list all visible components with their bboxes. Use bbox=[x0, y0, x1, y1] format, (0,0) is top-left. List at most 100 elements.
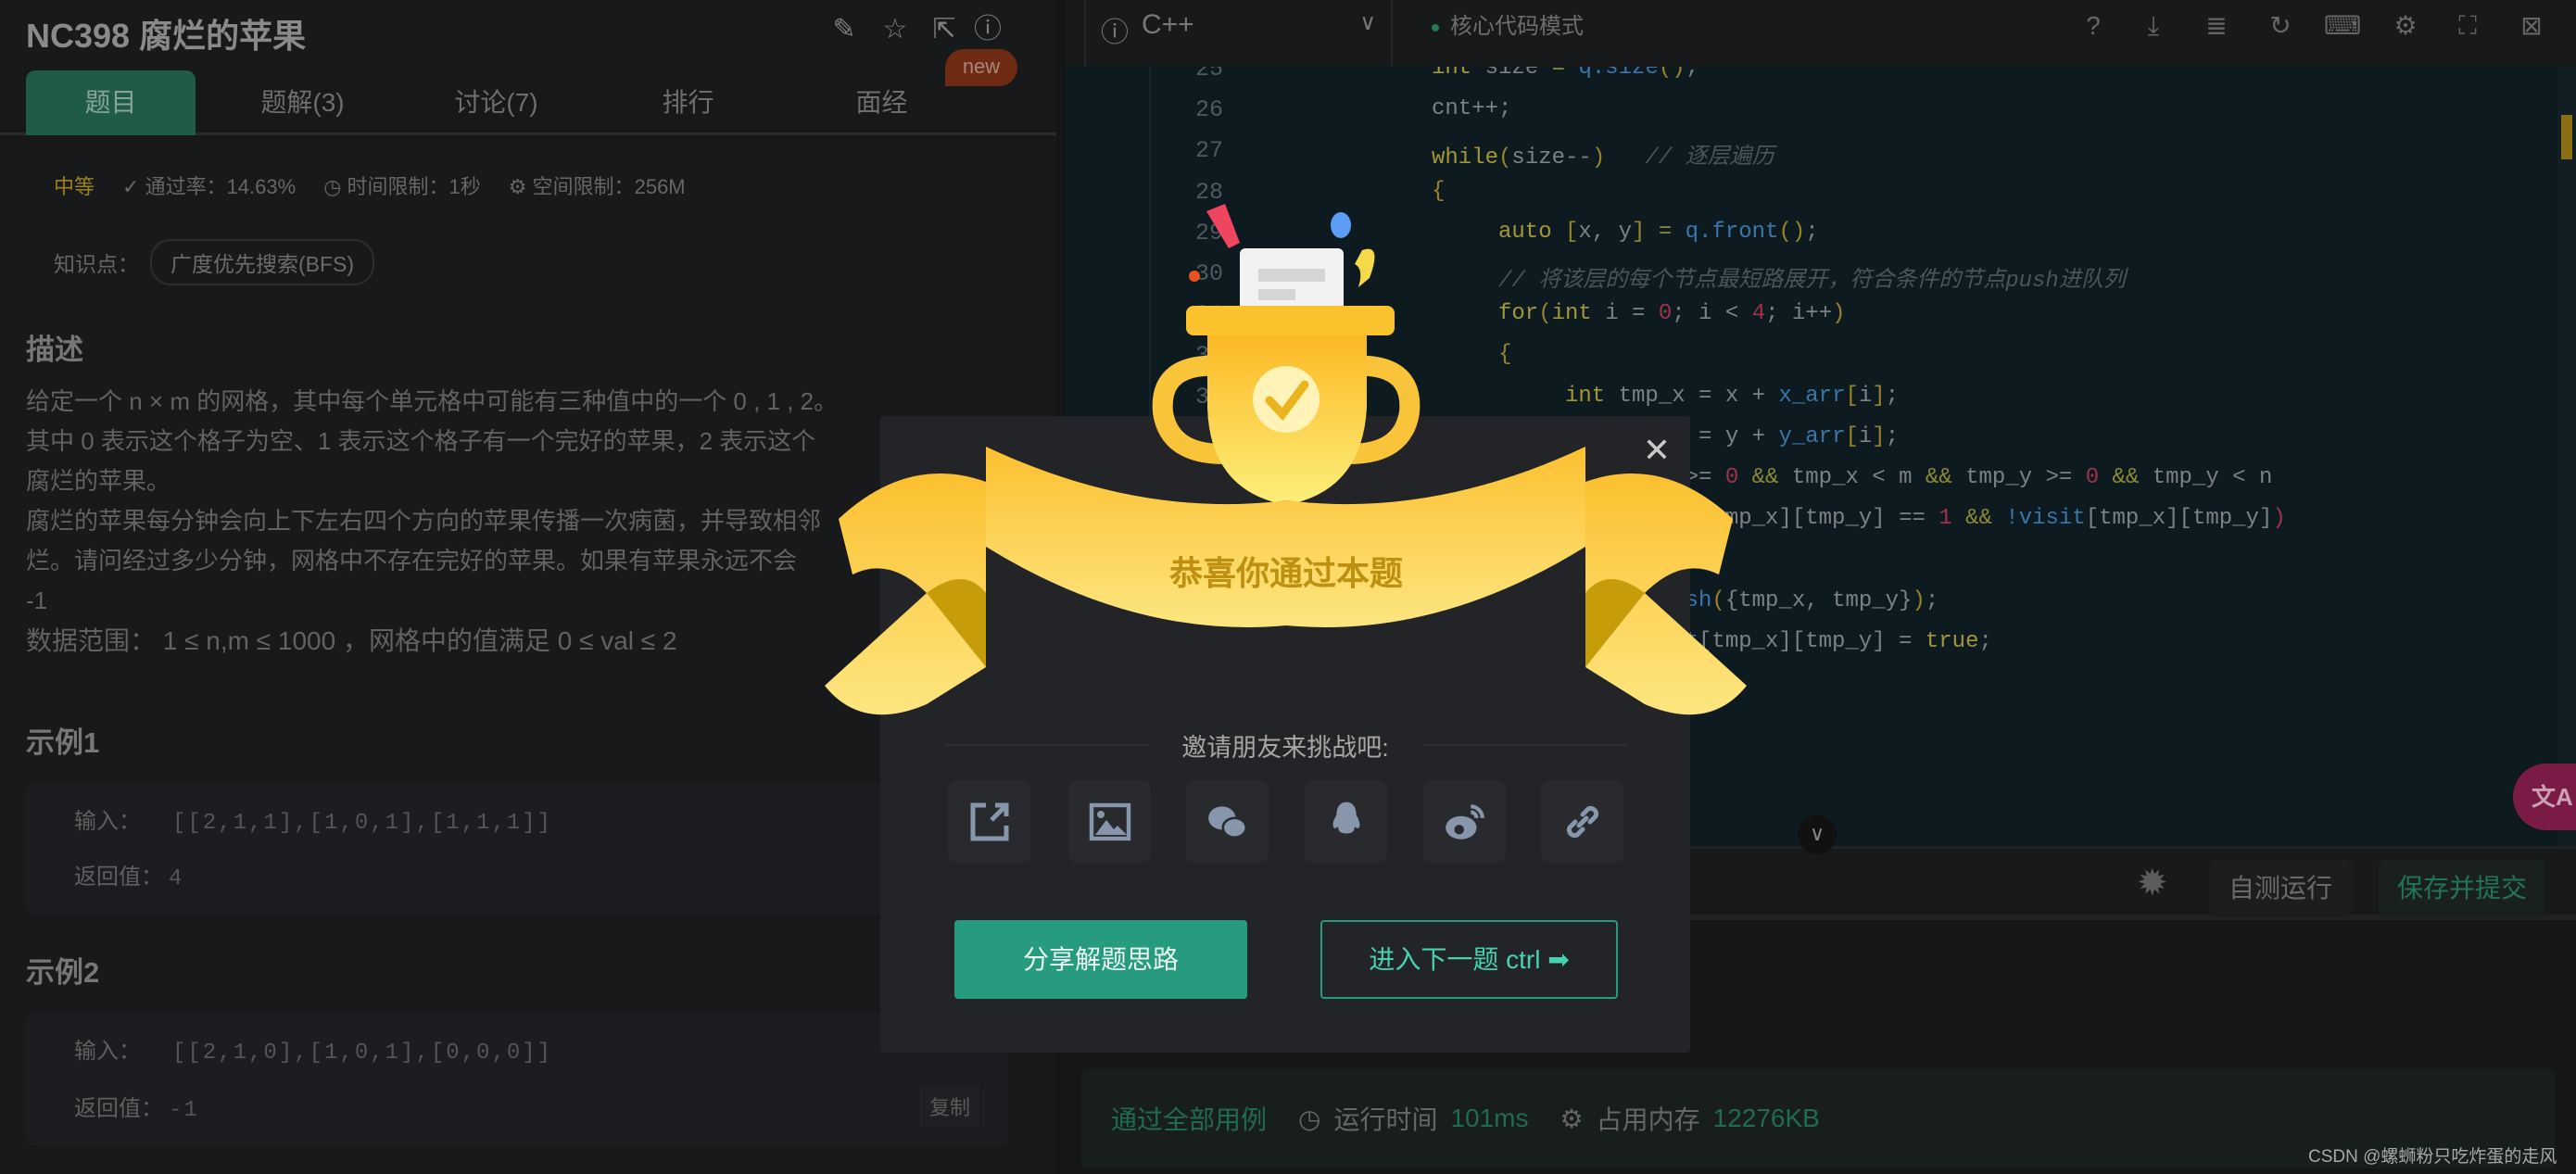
help-icon[interactable]: ? bbox=[2075, 7, 2112, 44]
info-icon: ⓘ bbox=[1101, 18, 1129, 48]
desc-line: 腐烂的苹果每分钟会向上下左右四个方向的苹果传播一次病菌，并导致相邻 bbox=[26, 507, 822, 535]
weibo-icon bbox=[1445, 803, 1484, 839]
tab-problem[interactable]: 题目 bbox=[26, 70, 196, 135]
code-line[interactable]: { bbox=[1498, 342, 1511, 367]
example2-box: 输入： [[2,1,0],[1,0,1],[0,0,0]] 返回值： -1 复制 bbox=[26, 1014, 1007, 1145]
problem-meta: 中等 ✓ 通过率：14.63% ◷ 时间限制：1秒 ⚙ 空间限制：256M bbox=[54, 170, 686, 200]
watermark: CSDN @螺蛳粉只吃炸蛋的走风 bbox=[2308, 1147, 2557, 1167]
run-test-button[interactable]: 自测运行 bbox=[2210, 860, 2352, 917]
memory-label: 占用内存 bbox=[1596, 1105, 1700, 1134]
pass-rate: 通过率：14.63% bbox=[145, 175, 297, 198]
share-icon[interactable]: ⇱ bbox=[928, 13, 961, 46]
editor-scrollbar[interactable] bbox=[2557, 67, 2576, 846]
line-number: 26 bbox=[1194, 96, 1223, 124]
input-label: 输入： bbox=[74, 1039, 141, 1064]
code-line[interactable]: while(size--) // 逐层遍历 bbox=[1432, 137, 1774, 170]
code-mode: 核心代码模式 bbox=[1432, 7, 1584, 40]
line-number: 27 bbox=[1194, 137, 1223, 165]
wechat-icon bbox=[1207, 805, 1247, 839]
runtime-value: 101ms bbox=[1450, 1104, 1529, 1132]
desc-line: 数据范围： 1 ≤ n,m ≤ 1000 ，网格中的值满足 0 ≤ val ≤ … bbox=[26, 626, 677, 655]
qq-icon bbox=[1332, 802, 1359, 833]
reset-icon[interactable]: ↻ bbox=[2262, 7, 2299, 44]
share-wechat-button[interactable] bbox=[1186, 780, 1269, 863]
runtime-label: 运行时间 bbox=[1333, 1105, 1438, 1134]
knowledge-tag[interactable]: 广度优先搜索(BFS) bbox=[150, 239, 375, 285]
chevron-down-icon: ∨ bbox=[1359, 10, 1376, 35]
download-icon[interactable]: ⤓ bbox=[2135, 7, 2172, 44]
new-badge: new bbox=[945, 49, 1017, 86]
close-icon[interactable]: ✕ bbox=[1640, 434, 1673, 467]
congrats-text: 恭喜你通过本题 bbox=[1168, 554, 1403, 592]
invite-text: 邀请朋友来挑战吧: bbox=[880, 727, 1690, 764]
star-icon[interactable]: ☆ bbox=[878, 13, 912, 46]
status-dot bbox=[1432, 23, 1439, 32]
keyboard-icon[interactable]: ⌨ bbox=[2324, 7, 2361, 44]
line-number: 29 bbox=[1194, 219, 1223, 246]
output-value: -1 bbox=[169, 1098, 199, 1123]
share-weibo-button[interactable] bbox=[1423, 780, 1506, 863]
share-qq-button[interactable] bbox=[1305, 780, 1387, 863]
chip-icon: ⚙ bbox=[508, 175, 533, 198]
code-line[interactable]: int tmp_x = x + x_arr[i]; bbox=[1565, 384, 1899, 409]
knowledge-label: 知识点： bbox=[54, 252, 139, 276]
fullscreen-icon[interactable]: ⛶ bbox=[2449, 7, 2486, 44]
example1-heading: 示例1 bbox=[26, 726, 100, 759]
link-icon bbox=[1566, 805, 1598, 838]
description-heading: 描述 bbox=[26, 334, 83, 366]
chip-icon: ⚙ bbox=[1559, 1104, 1584, 1133]
share-link-button[interactable] bbox=[948, 780, 1030, 863]
expand-chevron-icon[interactable]: ∨ bbox=[1798, 815, 1837, 854]
share-solution-button[interactable]: 分享解题思路 bbox=[954, 920, 1247, 999]
submit-button[interactable]: 保存并提交 bbox=[2379, 860, 2546, 917]
close-panel-icon[interactable]: ⊠ bbox=[2513, 7, 2550, 44]
difficulty: 中等 bbox=[54, 175, 95, 198]
tab-discussion[interactable]: 讨论(7) bbox=[411, 70, 581, 135]
next-problem-button[interactable]: 进入下一题 ctrl ➡ bbox=[1320, 920, 1618, 999]
input-label: 输入： bbox=[74, 809, 141, 834]
line-number: 31 bbox=[1194, 301, 1223, 329]
code-line[interactable]: auto [x, y] = q.front(); bbox=[1498, 220, 1819, 245]
line-number: 33 bbox=[1194, 383, 1223, 410]
copy-button[interactable]: 复制 bbox=[919, 1086, 979, 1127]
space-limit: 空间限制：256M bbox=[532, 175, 686, 198]
settings-icon[interactable]: ⚙ bbox=[2387, 7, 2424, 44]
code-line[interactable]: // 将该层的每个节点最短路展开，符合条件的节点push进队列 bbox=[1498, 260, 2126, 294]
tab-interview[interactable]: 面经 bbox=[797, 70, 966, 135]
desc-line: 烂。请问经过多少分钟，网格中不存在完好的苹果。如果有苹果永远不会 bbox=[26, 547, 798, 574]
tab-solutions[interactable]: 题解(3) bbox=[218, 70, 387, 135]
example2-heading: 示例2 bbox=[26, 956, 100, 989]
output-value: 4 bbox=[169, 866, 184, 891]
language-select[interactable]: ⓘ C++ ∨ bbox=[1084, 0, 1393, 72]
desc-line: 其中 0 表示这个格子为空、1 表示这个格子有一个完好的苹果，2 表示这个 bbox=[26, 427, 816, 455]
result-status: 通过全部用例 bbox=[1111, 1105, 1268, 1134]
time-limit: 时间限制：1秒 bbox=[347, 175, 481, 198]
problem-title: NC398 腐烂的苹果 bbox=[26, 17, 307, 55]
bug-icon[interactable]: ✹ bbox=[2137, 862, 2168, 904]
input-value: [[2,1,0],[1,0,1],[0,0,0]] bbox=[172, 1041, 553, 1066]
line-number: 30 bbox=[1194, 260, 1223, 287]
line-number: 28 bbox=[1194, 178, 1223, 206]
tab-ranking[interactable]: 排行 bbox=[603, 70, 773, 135]
share-image-button[interactable] bbox=[1068, 780, 1151, 863]
memory-value: 12276KB bbox=[1712, 1104, 1820, 1132]
knowledge-points: 知识点： 广度优先搜索(BFS) bbox=[54, 239, 375, 285]
report-icon[interactable]: ⓘ bbox=[971, 13, 1004, 46]
format-icon[interactable]: ≣ bbox=[2198, 7, 2235, 44]
translate-button[interactable]: 文A bbox=[2513, 764, 2576, 830]
edit-icon[interactable]: ✎ bbox=[827, 13, 861, 46]
image-icon bbox=[1089, 802, 1130, 840]
output-label: 返回值： bbox=[74, 1096, 163, 1121]
copy-link-button[interactable] bbox=[1541, 780, 1623, 863]
clock-icon: ◷ bbox=[1298, 1104, 1321, 1133]
code-line[interactable]: for(int i = 0; i < 4; i++) bbox=[1498, 301, 1846, 326]
line-number: 25 bbox=[1194, 67, 1223, 82]
check-circle-icon: ✓ bbox=[122, 175, 145, 198]
code-line[interactable]: { bbox=[1432, 179, 1445, 204]
scrollbar-thumb[interactable] bbox=[2561, 115, 2572, 159]
code-line[interactable]: cnt++; bbox=[1432, 96, 1511, 121]
clock-icon: ◷ bbox=[323, 175, 347, 198]
desc-line: 给定一个 n × m 的网格，其中每个单元格中可能有三种值中的一个 0 , 1 … bbox=[26, 387, 839, 415]
code-line[interactable]: int size = q.size(); bbox=[1432, 67, 1698, 81]
line-number: 32 bbox=[1194, 342, 1223, 370]
